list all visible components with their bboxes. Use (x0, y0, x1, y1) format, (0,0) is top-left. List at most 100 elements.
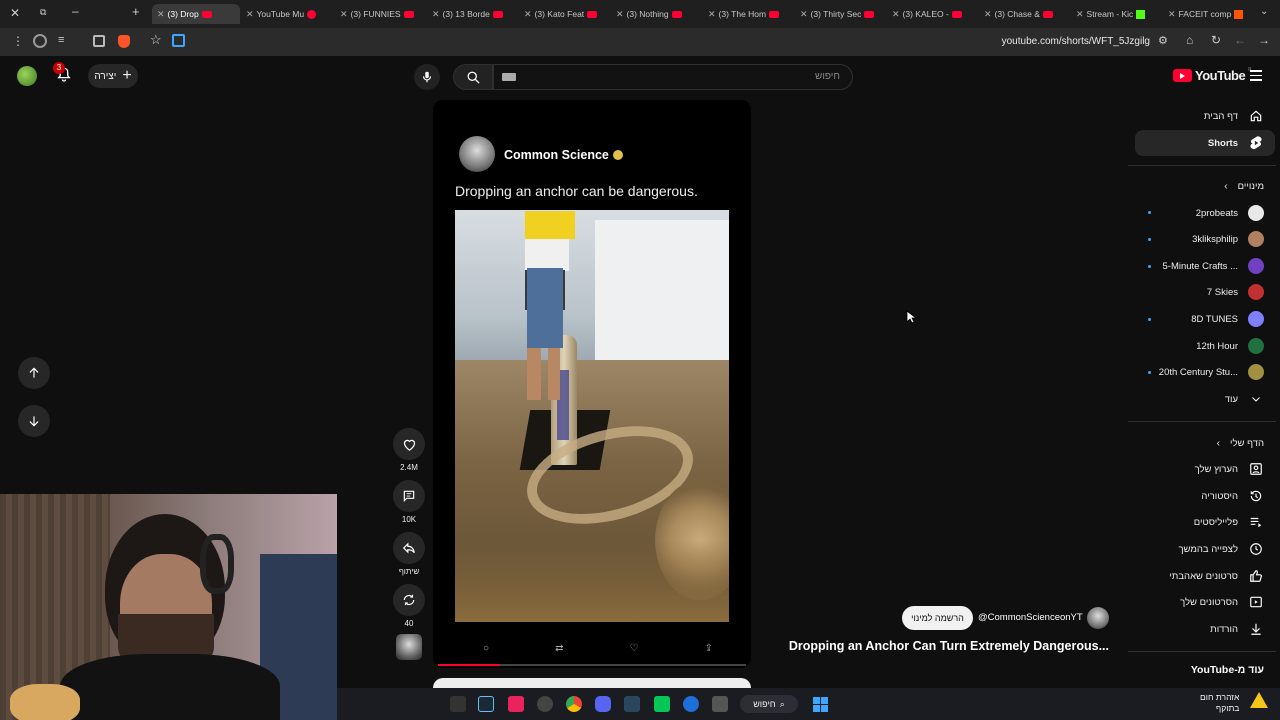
browser-tab[interactable]: ✕ (3) 13 Borde (432, 4, 512, 24)
keyboard-icon[interactable] (502, 73, 516, 81)
close-tab-icon[interactable]: ✕ (616, 9, 624, 20)
site-settings-icon[interactable]: ⚙ (1158, 34, 1168, 47)
steam-icon[interactable] (478, 696, 494, 712)
new-tab-icon[interactable]: + (132, 4, 140, 19)
sidebar-item-your-videos[interactable]: הסרטונים שלך (1180, 592, 1264, 612)
restore-icon[interactable]: ⧉ (40, 7, 46, 18)
minimize-icon[interactable]: – (72, 4, 79, 18)
forward-icon[interactable]: ← (1234, 33, 1246, 47)
hamburger-menu-icon[interactable] (1250, 70, 1262, 81)
progress-bar[interactable] (438, 664, 746, 666)
sidebar-show-more[interactable]: עוד (1225, 389, 1264, 409)
browser-tab[interactable]: ✕ Stream - Kic (1076, 4, 1158, 24)
app-icon[interactable] (450, 696, 466, 712)
close-tab-icon[interactable]: ✕ (524, 9, 532, 20)
close-window-icon[interactable]: ✕ (10, 6, 20, 20)
tiktok-icon[interactable] (508, 696, 524, 712)
close-tab-icon[interactable]: ✕ (984, 9, 992, 20)
close-tab-icon[interactable]: ✕ (708, 9, 716, 20)
windows-start-icon[interactable] (813, 697, 828, 712)
comment-button[interactable] (393, 480, 425, 512)
tab-search-icon[interactable]: ≡ (58, 34, 64, 46)
create-button[interactable]: יצירה + (88, 64, 138, 88)
browser-tab[interactable]: ✕ (3) FUNNIES (340, 4, 422, 24)
browser-app-icon[interactable] (683, 696, 699, 712)
close-tab-icon[interactable]: ✕ (157, 9, 165, 20)
back-icon[interactable]: → (1258, 33, 1270, 47)
browser-tab[interactable]: ✕ (3) Drop (152, 4, 240, 24)
sidebar-item-shorts[interactable]: Shorts (1208, 133, 1264, 153)
browser-tab[interactable]: ✕ (3) Nothing (616, 4, 696, 24)
remix-button[interactable] (393, 584, 425, 616)
sidebar-subscription-item[interactable]: 20th Century Stu... (1159, 362, 1264, 382)
tab-menu-icon[interactable]: ⌄ (1260, 6, 1268, 17)
bookmark-star-icon[interactable]: ☆ (150, 32, 162, 48)
notifications-icon[interactable]: 3 (53, 62, 73, 84)
sidebar-subscription-item[interactable]: 12th Hour (1196, 336, 1264, 356)
close-tab-icon[interactable]: ✕ (246, 9, 254, 20)
browser-tab[interactable]: ✕ FACEIT comp (1168, 4, 1250, 24)
remix-action[interactable]: 40 (393, 584, 425, 628)
reload-icon[interactable]: ↻ (1211, 33, 1221, 47)
chrome-icon[interactable] (566, 696, 582, 712)
extension-icon[interactable] (33, 34, 47, 48)
comment-action[interactable]: 10K (393, 480, 425, 524)
close-tab-icon[interactable]: ✕ (432, 9, 440, 20)
browser-tab[interactable]: ✕ (3) Chase & (984, 4, 1064, 24)
channel-handle[interactable]: @CommonScienceonYT (978, 612, 1083, 623)
close-tab-icon[interactable]: ✕ (1076, 9, 1084, 20)
sidebar-item-history[interactable]: היסטוריה (1201, 486, 1264, 506)
browser-tab[interactable]: ✕ YouTube Mu (246, 4, 328, 24)
sidebar-item-downloads[interactable]: הורדות (1210, 619, 1264, 639)
sidebar-item-liked-videos[interactable]: סרטונים שאהבתי (1169, 566, 1264, 586)
sidebar-subscription-item[interactable]: 2probeats (1196, 203, 1264, 223)
url-text[interactable]: youtube.com/shorts/WFT_5Jzgilg (1002, 36, 1150, 47)
home-browser-icon[interactable]: ⌂ (1186, 33, 1193, 47)
next-short-preview[interactable] (433, 678, 751, 688)
screenshot-icon[interactable] (172, 34, 185, 47)
sidebar-item-your-channel[interactable]: הערוץ שלך (1195, 459, 1264, 479)
browser-tab[interactable]: ✕ (3) Kato Feat (524, 4, 604, 24)
steam-app-icon[interactable] (624, 696, 640, 712)
browser-tab[interactable]: ✕ (3) The Hom (708, 4, 788, 24)
brave-icon[interactable] (118, 35, 130, 48)
search-input[interactable]: חיפוש (493, 64, 853, 90)
collections-icon[interactable] (93, 35, 105, 47)
short-title[interactable]: Dropping an Anchor Can Turn Extremely Da… (789, 639, 1109, 653)
browser-tab[interactable]: ✕ (3) Thirty Sec (800, 4, 880, 24)
close-tab-icon[interactable]: ✕ (1168, 9, 1176, 20)
sidebar-item-home[interactable]: דף הבית (1204, 106, 1264, 126)
sidebar-subscription-item[interactable]: 8D TUNES (1191, 309, 1264, 329)
discord-icon[interactable] (595, 696, 611, 712)
sidebar-item-watch-later[interactable]: לצפייה בהמשך (1178, 539, 1264, 559)
close-tab-icon[interactable]: ✕ (800, 9, 808, 20)
line-icon[interactable] (654, 696, 670, 712)
menu-dots-icon[interactable]: ⋮ (12, 34, 24, 48)
close-tab-icon[interactable]: ✕ (340, 9, 348, 20)
sound-thumbnail[interactable] (396, 634, 422, 660)
shorts-player[interactable]: Common Science Dropping an anchor can be… (433, 100, 751, 668)
channel-avatar-small[interactable] (1087, 607, 1109, 629)
sidebar-subscription-item[interactable]: 7 Skies (1207, 282, 1264, 302)
sidebar-subscription-item[interactable]: 3kliksphilip (1192, 229, 1264, 249)
close-tab-icon[interactable]: ✕ (892, 9, 900, 20)
subscribe-button[interactable]: הרשמה למינוי (902, 606, 973, 630)
youtube-logo[interactable]: YouTube IL (1173, 67, 1252, 83)
like-action[interactable]: 2.4M (393, 428, 425, 472)
sidebar-subscription-item[interactable]: 5-Minute Crafts ... (1163, 256, 1264, 276)
voice-search-button[interactable] (414, 64, 440, 90)
taskbar-search[interactable]: חיפוש ⌕ (740, 695, 798, 713)
subscriptions-header[interactable]: ‹ מינויים (1224, 176, 1264, 196)
you-header[interactable]: ‹ הדף שלי (1217, 433, 1264, 453)
weather-widget[interactable]: אזהרת חום בתוקף (1200, 692, 1239, 714)
obs-icon[interactable] (537, 696, 553, 712)
share-action[interactable]: שיתוף (393, 532, 425, 576)
share-button[interactable] (393, 532, 425, 564)
calculator-icon[interactable] (712, 696, 728, 712)
next-short-button[interactable] (18, 405, 50, 437)
sidebar-item-playlists[interactable]: פלייליסטים (1194, 512, 1264, 532)
avatar[interactable] (17, 66, 37, 86)
previous-short-button[interactable] (18, 357, 50, 389)
like-button[interactable] (393, 428, 425, 460)
search-button[interactable] (453, 64, 493, 90)
